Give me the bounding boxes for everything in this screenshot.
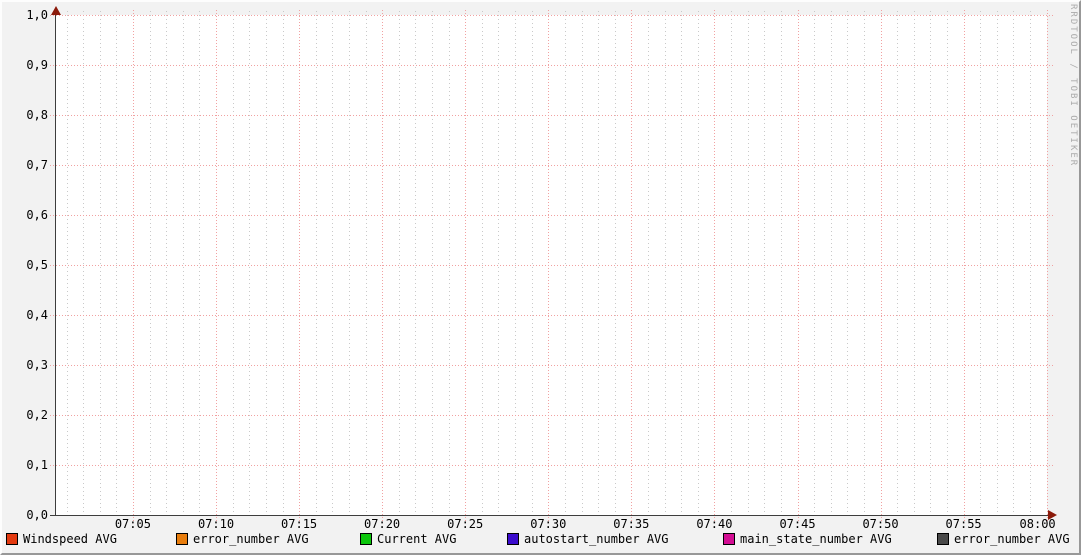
y-tick-label: 0,7 (26, 158, 48, 172)
x-tick-label: 07:35 (613, 517, 650, 531)
legend-swatch (6, 533, 18, 545)
legend-label: main_state_number AVG (740, 532, 892, 546)
gridline-major-horizontal (50, 215, 1053, 216)
x-axis-arrow-icon (1048, 510, 1057, 520)
x-tick-label: 07:40 (696, 517, 733, 531)
plot-area (50, 10, 1053, 521)
legend-label: Windspeed AVG (23, 532, 117, 546)
x-tick-label: 07:15 (281, 517, 318, 531)
gridline-major-horizontal (50, 165, 1053, 166)
watermark: RRDTOOL / TOBI OETIKER (1068, 4, 1078, 168)
x-tick-label: 07:10 (197, 517, 235, 531)
y-axis-line (55, 8, 56, 515)
legend-label: Current AVG (377, 532, 457, 546)
legend-item: Windspeed AVG (6, 531, 117, 547)
x-tick-label: 07:55 (945, 517, 982, 531)
legend-swatch (937, 533, 949, 545)
x-tick-label: 07:50 (862, 517, 899, 531)
legend-item: error_number AVG (176, 531, 309, 547)
rrdtool-graph: 1,0 0,9 0,8 0,7 0,6 0,5 0,4 0,3 0,2 0,1 0,0 07:05 0… (0, 0, 1081, 555)
gridline-major-horizontal (50, 365, 1053, 366)
legend-swatch (723, 533, 735, 545)
legend-label: error_number AVG (193, 532, 309, 546)
gridline-major-horizontal (50, 415, 1053, 416)
x-tick-label: 07:05 (114, 517, 151, 531)
gridline-major-horizontal (50, 465, 1053, 466)
legend-item: error_number AVG (937, 531, 1070, 547)
legend-swatch (507, 533, 519, 545)
gridline-major-horizontal (50, 265, 1053, 266)
legend-item: autostart_number AVG (507, 531, 669, 547)
x-tick-label: 07:20 (364, 517, 401, 531)
y-tick-label: 0,2 (26, 408, 48, 422)
legend-label: autostart_number AVG (524, 532, 669, 546)
gridline-major-horizontal (50, 315, 1053, 316)
y-axis-arrow-icon (51, 6, 61, 15)
legend-label: error_number AVG (954, 532, 1070, 546)
y-tick-label: 1,0 (26, 8, 48, 22)
y-tick-label: 0,3 (26, 358, 48, 372)
y-tick-label: 0,5 (26, 258, 48, 272)
y-tick-label: 0,0 (26, 508, 48, 522)
legend-swatch (360, 533, 372, 545)
y-tick-label: 0,4 (26, 308, 48, 322)
y-tick-label: 0,6 (26, 208, 48, 222)
legend-swatch (176, 533, 188, 545)
gridline-major-horizontal (50, 115, 1053, 116)
gridline-major-horizontal (50, 15, 1053, 16)
x-axis-line (50, 515, 1050, 516)
legend-item: Current AVG (360, 531, 456, 547)
x-tick-label: 07:25 (447, 517, 484, 531)
gridline-major-horizontal (50, 65, 1053, 66)
legend-item: main_state_number AVG (723, 531, 892, 547)
x-tick-label: 07:30 (530, 517, 567, 531)
y-tick-label: 0,1 (26, 458, 48, 472)
x-tick-label: 08:00 (1019, 517, 1056, 531)
y-tick-label: 0,9 (26, 58, 48, 72)
x-tick-label: 07:45 (779, 517, 816, 531)
y-tick-label: 0,8 (26, 108, 48, 122)
